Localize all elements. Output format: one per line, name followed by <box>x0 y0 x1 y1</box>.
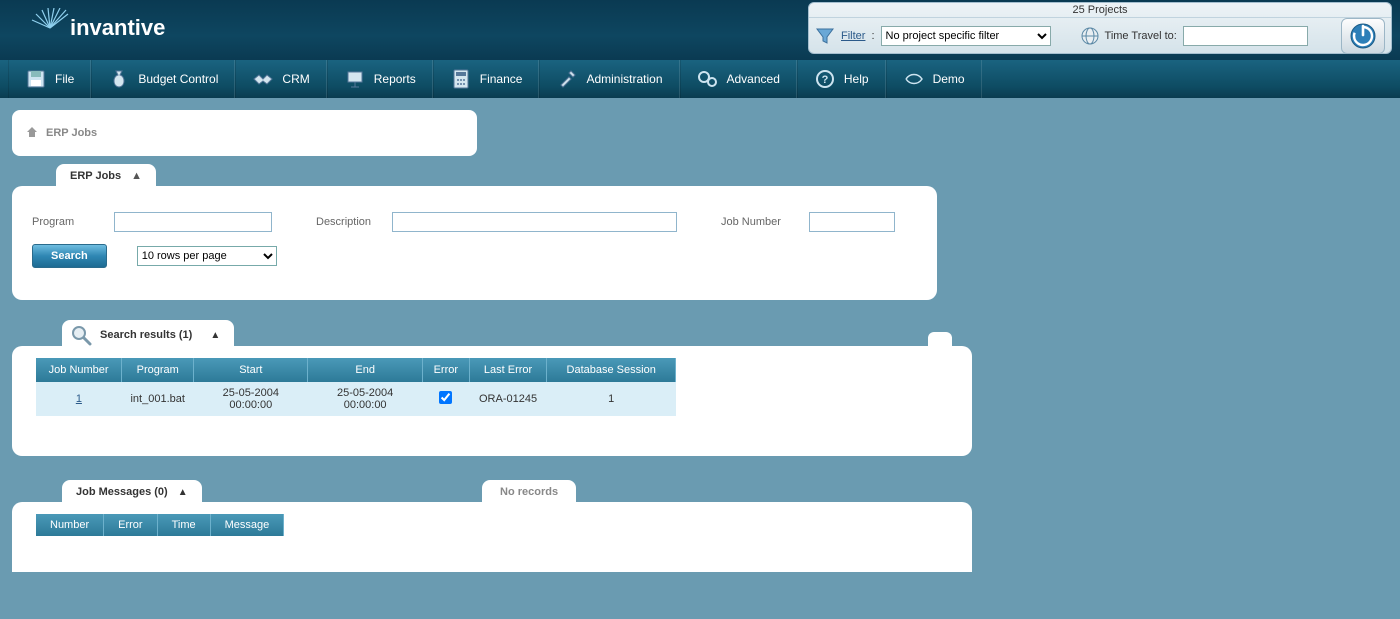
panel-nub <box>928 332 952 346</box>
error-checkbox[interactable] <box>439 391 452 404</box>
menu-reports[interactable]: Reports <box>327 60 433 98</box>
magnifier-icon <box>70 324 92 346</box>
globe-icon <box>1081 27 1099 45</box>
menu-label: Reports <box>374 72 416 86</box>
cell-dbsession: 1 <box>547 382 676 416</box>
tab-label: ERP Jobs <box>70 170 121 182</box>
help-icon: ? <box>814 68 836 90</box>
program-label: Program <box>32 216 102 228</box>
col-program[interactable]: Program <box>122 358 194 382</box>
menu-label: Budget Control <box>138 72 218 86</box>
jobnumber-label: Job Number <box>721 216 797 228</box>
collapse-icon[interactable]: ▲ <box>210 330 220 341</box>
money-bag-icon <box>108 68 130 90</box>
menu-label: Demo <box>933 72 965 86</box>
breadcrumb-title: ERP Jobs <box>46 127 97 139</box>
menu-demo[interactable]: Demo <box>886 60 982 98</box>
menu-budget-control[interactable]: Budget Control <box>91 60 235 98</box>
messages-panel-tab: Job Messages (0) ▲ <box>62 480 202 504</box>
cell-lasterror: ORA-01245 <box>469 382 547 416</box>
col-end[interactable]: End <box>308 358 422 382</box>
menu-label: Administration <box>586 72 662 86</box>
content-area: ERP Jobs ERP Jobs ▲ Program Description … <box>0 98 1400 619</box>
gears-icon <box>697 68 719 90</box>
filter-icon <box>815 26 835 46</box>
jobnumber-input[interactable] <box>809 212 895 232</box>
power-button[interactable] <box>1341 18 1385 54</box>
col-number[interactable]: Number <box>36 514 104 536</box>
cell-jobnumber-link[interactable]: 1 <box>76 393 82 405</box>
results-header-row: Job Number Program Start End Error Last … <box>36 358 676 382</box>
cell-program: int_001.bat <box>122 382 194 416</box>
tab-label: Search results (1) <box>100 329 192 341</box>
rows-per-page-select[interactable]: 10 rows per page <box>137 246 277 266</box>
collapse-icon[interactable]: ▲ <box>178 487 188 498</box>
messages-header-row: Number Error Time Message <box>36 514 284 536</box>
brand-logo: invantive <box>30 8 165 48</box>
results-panel-tab: Search results (1) ▲ <box>62 320 234 352</box>
col-message[interactable]: Message <box>210 514 284 536</box>
program-input[interactable] <box>114 212 272 232</box>
cell-end: 25-05-2004 00:00:00 <box>308 382 422 416</box>
projects-title: 25 Projects <box>809 3 1391 18</box>
menu-finance[interactable]: Finance <box>433 60 540 98</box>
table-row[interactable]: 1 int_001.bat 25-05-2004 00:00:00 25-05-… <box>36 382 676 416</box>
presentation-icon <box>344 68 366 90</box>
cell-error <box>422 382 469 416</box>
tab-label: Job Messages (0) <box>76 486 168 498</box>
disk-icon <box>25 68 47 90</box>
cell-start: 25-05-2004 00:00:00 <box>194 382 308 416</box>
col-dbsession[interactable]: Database Session <box>547 358 676 382</box>
brand-text: invantive <box>70 15 165 41</box>
menu-administration[interactable]: Administration <box>539 60 679 98</box>
col-jobnumber[interactable]: Job Number <box>36 358 122 382</box>
col-lasterror[interactable]: Last Error <box>469 358 547 382</box>
app-header: invantive 25 Projects Filter : No projec… <box>0 0 1400 60</box>
menu-label: CRM <box>282 72 309 86</box>
col-error[interactable]: Error <box>422 358 469 382</box>
search-button[interactable]: Search <box>32 244 107 268</box>
no-records-tab: No records <box>482 480 576 504</box>
results-table: Job Number Program Start End Error Last … <box>36 358 676 416</box>
filter-select[interactable]: No project specific filter <box>881 26 1051 46</box>
handshake-icon <box>252 68 274 90</box>
messages-table: Number Error Time Message <box>36 514 284 536</box>
results-panel: Search results (1) ▲ Job Number Program … <box>12 346 972 456</box>
menu-label: Help <box>844 72 869 86</box>
tools-icon <box>556 68 578 90</box>
menu-help[interactable]: ? Help <box>797 60 886 98</box>
col-time[interactable]: Time <box>157 514 210 536</box>
menu-advanced[interactable]: Advanced <box>680 60 797 98</box>
svg-text:?: ? <box>822 74 829 86</box>
filter-link[interactable]: Filter <box>841 30 865 42</box>
time-travel-label: Time Travel to: <box>1105 30 1177 42</box>
menu-label: File <box>55 72 74 86</box>
description-input[interactable] <box>392 212 677 232</box>
no-records-label: No records <box>500 486 558 498</box>
menu-crm[interactable]: CRM <box>235 60 326 98</box>
menu-label: Finance <box>480 72 523 86</box>
menu-label: Advanced <box>727 72 780 86</box>
main-menu: File Budget Control CRM Reports Finance … <box>0 60 1400 98</box>
breadcrumb: ERP Jobs <box>12 110 477 156</box>
collapse-icon[interactable]: ▲ <box>131 170 142 182</box>
top-bar: 25 Projects Filter : No project specific… <box>808 2 1392 54</box>
calculator-icon <box>450 68 472 90</box>
col-start[interactable]: Start <box>194 358 308 382</box>
menu-file[interactable]: File <box>8 60 91 98</box>
search-panel-tab: ERP Jobs ▲ <box>56 164 156 188</box>
swirl-icon <box>903 68 925 90</box>
time-travel-input[interactable] <box>1183 26 1308 46</box>
search-panel: ERP Jobs ▲ Program Description Job Numbe… <box>12 186 937 300</box>
messages-panel: Job Messages (0) ▲ No records Number Err… <box>12 502 972 572</box>
filter-colon: : <box>871 30 874 42</box>
home-icon[interactable] <box>26 126 38 141</box>
col-error[interactable]: Error <box>104 514 157 536</box>
description-label: Description <box>316 216 380 228</box>
